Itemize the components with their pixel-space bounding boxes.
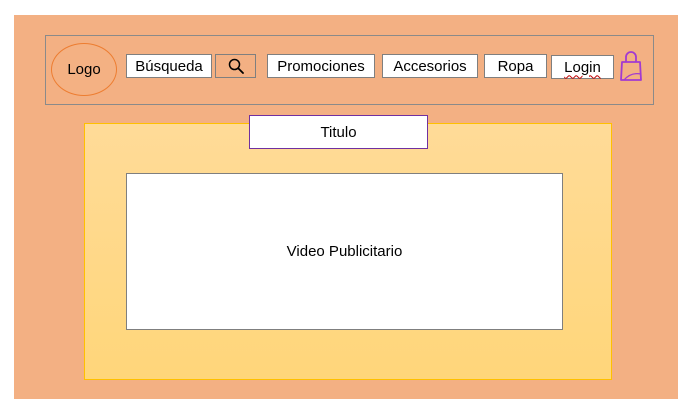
nav-item-accesorios[interactable]: Accesorios — [382, 54, 478, 78]
search-icon — [228, 58, 244, 74]
logo-label: Logo — [67, 61, 101, 78]
page-title: Titulo — [249, 115, 428, 149]
shopping-bag-icon[interactable] — [618, 50, 644, 83]
nav-item-ropa[interactable]: Ropa — [484, 54, 547, 78]
nav-item-label: Accesorios — [393, 57, 467, 75]
nav-item-promociones[interactable]: Promociones — [267, 54, 375, 78]
login-button[interactable]: Login — [551, 55, 614, 79]
promo-video[interactable]: Video Publicitario — [126, 173, 563, 330]
promo-video-label: Video Publicitario — [286, 243, 403, 260]
nav-item-label: Ropa — [497, 57, 534, 75]
search-input[interactable]: Búsqueda — [126, 54, 212, 78]
logo[interactable]: Logo — [51, 43, 117, 96]
search-button[interactable] — [215, 54, 256, 78]
page-title-label: Titulo — [320, 123, 357, 141]
nav-item-label: Promociones — [277, 57, 365, 75]
search-input-label: Búsqueda — [135, 57, 203, 75]
login-label: Login — [564, 58, 601, 76]
